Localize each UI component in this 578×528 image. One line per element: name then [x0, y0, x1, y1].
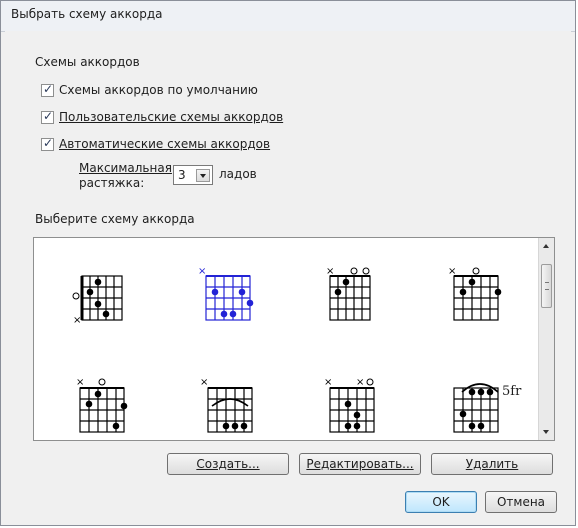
user-schemes-checkbox[interactable]: [41, 109, 54, 124]
dialog-window: Выбрать схему аккорда Схемы аккордов Схе…: [0, 0, 576, 526]
auto-schemes-label[interactable]: Автоматические схемы аккордов: [59, 137, 270, 151]
max-stretch-label-line1: Максимальная: [79, 161, 172, 175]
chord-5[interactable]: ×: [70, 376, 150, 440]
max-stretch-label-line2: растяжка:: [79, 176, 145, 190]
user-schemes-label[interactable]: Пользовательские схемы аккордов: [59, 110, 283, 124]
titlebar[interactable]: Выбрать схему аккорда: [1, 1, 575, 32]
ok-button[interactable]: OK: [405, 491, 477, 513]
default-schemes-checkbox[interactable]: [41, 82, 54, 97]
edit-button[interactable]: Редактировать...: [299, 453, 421, 475]
default-schemes-label[interactable]: Схемы аккордов по умолчанию: [59, 83, 258, 97]
chord-list[interactable]: × × × × × × × × 5fr: [33, 237, 555, 441]
max-stretch-select[interactable]: 3: [173, 165, 213, 185]
svg-text:×: ×: [356, 377, 364, 388]
chord-6[interactable]: ×: [196, 376, 276, 440]
window-title: Выбрать схему аккорда: [11, 7, 163, 21]
svg-text:×: ×: [76, 377, 84, 388]
chord-8[interactable]: 5fr: [440, 374, 550, 440]
svg-text:×: ×: [198, 266, 206, 277]
svg-text:×: ×: [200, 377, 208, 388]
chord-3[interactable]: ×: [320, 266, 400, 346]
svg-text:×: ×: [448, 266, 456, 277]
auto-schemes-checkbox[interactable]: [41, 136, 54, 151]
fret-position-label: 5fr: [502, 384, 522, 399]
chord-1[interactable]: ×: [64, 266, 144, 346]
scroll-thumb[interactable]: [541, 264, 552, 308]
scroll-down-icon[interactable]: [539, 424, 554, 440]
chord-list-scrollbar[interactable]: [538, 238, 554, 440]
schemes-group-label: Схемы аккордов: [35, 55, 140, 69]
chord-4[interactable]: ×: [442, 266, 522, 346]
scroll-up-icon[interactable]: [539, 238, 554, 254]
cancel-button[interactable]: Отмена: [485, 491, 557, 513]
max-stretch-value: 3: [178, 168, 186, 182]
select-scheme-label: Выберите схему аккорда: [35, 212, 195, 226]
svg-text:×: ×: [326, 266, 334, 277]
svg-text:×: ×: [73, 315, 81, 326]
svg-text:×: ×: [324, 377, 332, 388]
chord-7[interactable]: × ×: [320, 376, 400, 440]
delete-button[interactable]: Удалить: [431, 453, 553, 475]
chord-2[interactable]: ×: [196, 266, 276, 346]
create-button[interactable]: Создать...: [167, 453, 289, 475]
chevron-down-icon[interactable]: [196, 169, 210, 182]
frets-label: ладов: [219, 167, 257, 181]
